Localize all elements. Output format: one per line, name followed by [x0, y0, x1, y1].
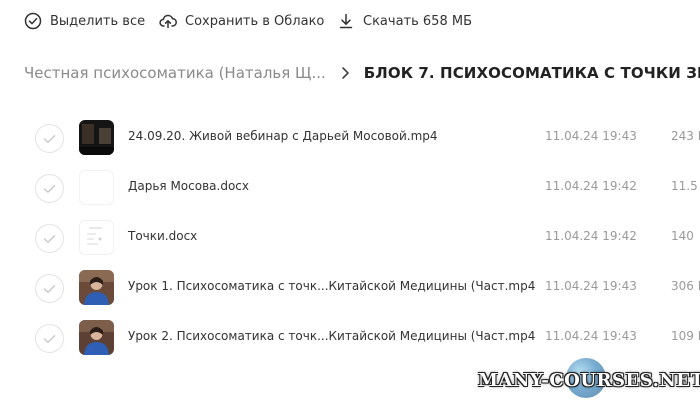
check-icon — [43, 134, 56, 143]
file-date: 11.04.24 19:42 — [545, 179, 637, 193]
row-select-checkbox[interactable] — [35, 124, 64, 153]
toolbar: Выделить все Сохранить в Облако Скачать … — [0, 0, 700, 46]
file-date: 11.04.24 19:43 — [545, 279, 637, 293]
breadcrumb-parent-link[interactable]: Честная психосоматика (Наталья Щ... — [24, 64, 326, 82]
save-to-cloud-label: Сохранить в Облако — [185, 13, 325, 29]
download-icon — [339, 13, 353, 29]
row-select-checkbox[interactable] — [35, 324, 64, 353]
select-all-button[interactable]: Выделить все — [24, 12, 145, 30]
save-to-cloud-button[interactable]: Сохранить в Облако — [159, 12, 324, 30]
document-thumbnail — [79, 170, 114, 205]
video-thumbnail — [79, 120, 114, 155]
video-thumbnail — [79, 270, 114, 305]
file-size: 109 М — [671, 329, 700, 343]
file-name: 24.09.20. Живой вебинар с Дарьей Мосовой… — [128, 129, 438, 143]
file-size: 306 М — [671, 279, 700, 293]
file-size: 243 М — [671, 129, 700, 143]
select-all-label: Выделить все — [50, 13, 146, 29]
check-icon — [43, 234, 56, 243]
file-date: 11.04.24 19:42 — [545, 229, 637, 243]
breadcrumb: Честная психосоматика (Наталья Щ... БЛОК… — [24, 62, 700, 84]
check-icon — [43, 334, 56, 343]
file-name: Урок 1. Психосоматика с точк...Китайской… — [128, 279, 536, 293]
file-size: 11.5 — [671, 179, 698, 193]
watermark: MANY-COURSES.NET — [478, 352, 700, 413]
row-select-checkbox[interactable] — [35, 274, 64, 303]
file-name: Урок 2. Психосоматика с точк...Китайской… — [128, 329, 536, 343]
download-label: Скачать 658 МБ — [363, 13, 472, 29]
file-name: Дарья Мосова.docx — [128, 179, 249, 193]
download-button[interactable]: Скачать 658 МБ — [337, 12, 472, 30]
cloud-upload-icon — [159, 14, 177, 29]
file-row[interactable]: Дарья Мосова.docx 11.04.24 19:42 11.5 — [0, 162, 700, 212]
check-icon — [43, 184, 56, 193]
check-circle-icon — [24, 12, 42, 30]
breadcrumb-current: БЛОК 7. ПСИХОСОМАТИКА С ТОЧКИ ЗР... — [363, 64, 700, 82]
file-name: Точки.docx — [128, 229, 198, 243]
document-thumbnail — [79, 220, 114, 255]
row-select-checkbox[interactable] — [35, 224, 64, 253]
file-date: 11.04.24 19:43 — [545, 129, 637, 143]
file-date: 11.04.24 19:43 — [545, 329, 637, 343]
row-select-checkbox[interactable] — [35, 174, 64, 203]
file-size: 140 — [671, 229, 694, 243]
chevron-right-icon — [340, 66, 350, 80]
file-list: 24.09.20. Живой вебинар с Дарьей Мосовой… — [0, 112, 700, 362]
file-row[interactable]: Урок 1. Психосоматика с точк...Китайской… — [0, 262, 700, 312]
file-row[interactable]: 24.09.20. Живой вебинар с Дарьей Мосовой… — [0, 112, 700, 162]
file-row[interactable]: Точки.docx 11.04.24 19:42 140 — [0, 212, 700, 262]
video-thumbnail — [79, 320, 114, 355]
check-icon — [43, 284, 56, 293]
watermark-text: MANY-COURSES.NET — [478, 370, 700, 391]
